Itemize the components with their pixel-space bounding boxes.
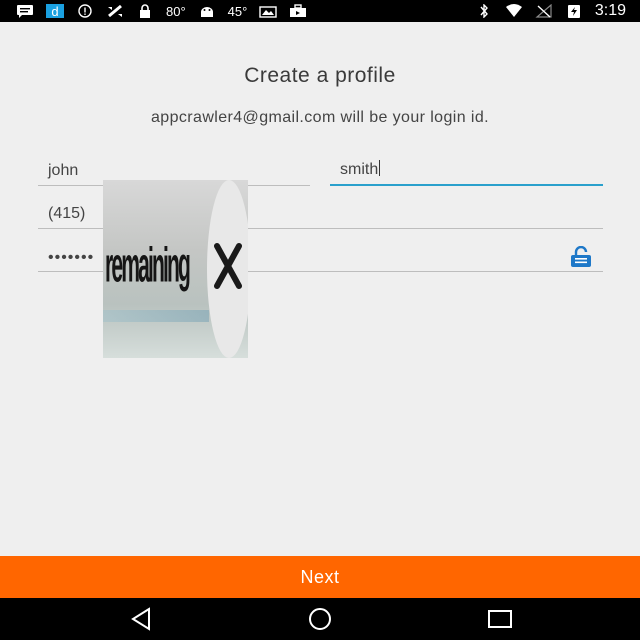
message-icon [17, 5, 33, 18]
overlay-stripe [103, 310, 209, 322]
close-icon[interactable] [213, 242, 243, 290]
recents-icon[interactable] [485, 606, 515, 632]
password-value: ••••••• [48, 249, 95, 266]
last-name-value-wrap: smith [340, 160, 381, 179]
unlock-icon[interactable] [569, 246, 595, 268]
wifi-icon [505, 4, 522, 17]
page-title: Create a profile [244, 64, 396, 87]
lock-icon [140, 4, 150, 18]
battery-charging-icon [567, 5, 580, 18]
no-signal-icon [535, 4, 552, 18]
text-cursor [379, 160, 381, 176]
next-button[interactable]: Next [0, 556, 640, 598]
login-id-subtitle: appcrawler4@gmail.com will be your login… [151, 109, 489, 126]
first-name-value: john [48, 162, 79, 179]
back-icon[interactable] [127, 606, 157, 632]
last-name-field[interactable]: smith [330, 158, 603, 186]
last-name-value: smith [340, 161, 379, 178]
cpu-temp-text: 45° [227, 3, 248, 19]
briefcase-icon [290, 4, 307, 17]
overlay-ad[interactable]: remaining [103, 180, 248, 358]
battery-temp-text: 80° [166, 3, 186, 19]
overlay-text: remaining [105, 238, 191, 294]
status-bar: d 80° 45° 3:19 [0, 0, 640, 22]
phone-value: (415) [48, 205, 86, 222]
home-icon[interactable] [305, 606, 335, 632]
android-icon [200, 7, 213, 17]
photo-icon [259, 6, 278, 18]
satellite-icon [108, 4, 122, 18]
svg-text:d: d [51, 4, 58, 18]
screen: { "status_bar": { "battery_temp": "80°",… [0, 0, 640, 640]
info-icon [78, 4, 92, 18]
bluetooth-icon [480, 4, 488, 18]
nav-bar [0, 598, 640, 640]
clock: 3:19 [594, 2, 626, 19]
app-d-icon: d [46, 4, 64, 18]
